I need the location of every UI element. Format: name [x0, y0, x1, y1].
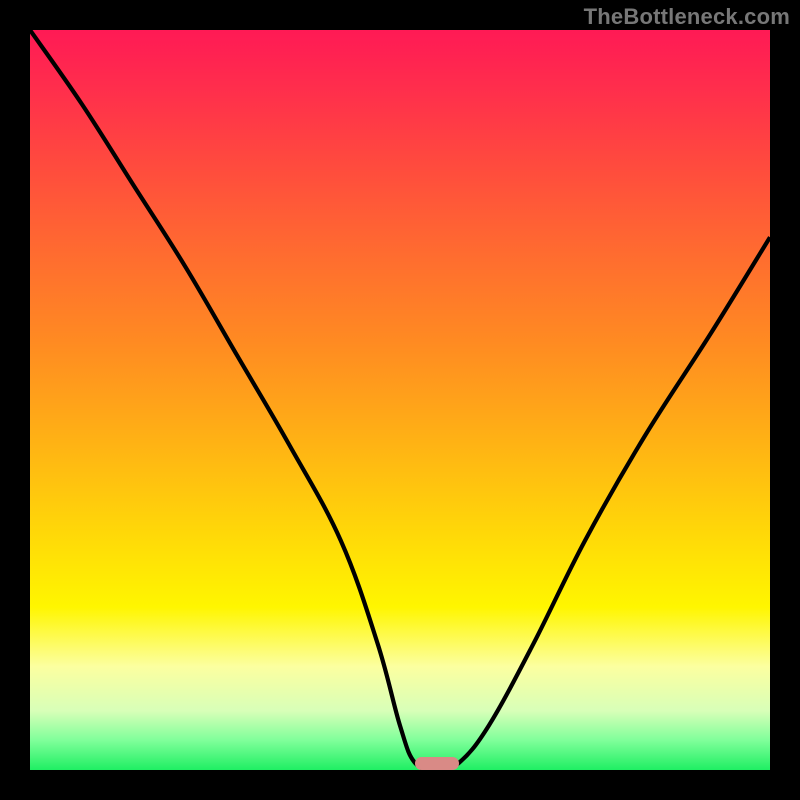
plot-area — [30, 30, 770, 770]
bottleneck-curve — [30, 30, 770, 770]
optimal-marker — [415, 757, 459, 770]
chart-frame: TheBottleneck.com — [0, 0, 800, 800]
watermark-text: TheBottleneck.com — [584, 4, 790, 30]
curve-path — [30, 30, 770, 770]
